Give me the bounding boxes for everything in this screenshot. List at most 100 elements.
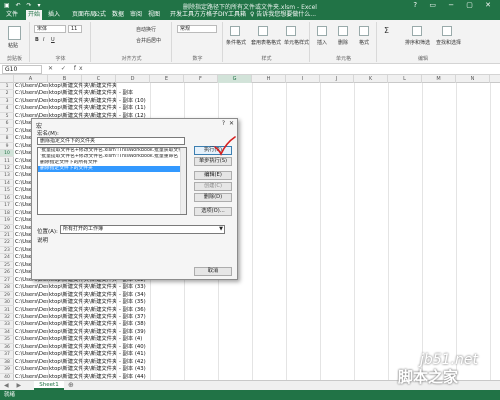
macro-name-input[interactable]: 删除指定文件下的文件夹 bbox=[37, 137, 185, 145]
row-header[interactable]: 39 bbox=[0, 366, 14, 374]
location-select[interactable]: 所有打开的工作簿 ▼ bbox=[60, 225, 225, 234]
column-header-d[interactable]: D bbox=[116, 75, 150, 83]
cell-a[interactable]: C:\Users\Desktop\新建文件夹\新建文件夹 - 副本 (43) bbox=[15, 366, 146, 373]
row-header[interactable]: 25 bbox=[0, 262, 14, 270]
column-header-l[interactable]: L bbox=[388, 75, 422, 83]
row-header[interactable]: 6 bbox=[0, 120, 14, 128]
cell-styles-button[interactable]: 单元格样式 bbox=[284, 39, 309, 46]
cell-a[interactable]: C:\Users\Desktop\新建文件夹\新建文件夹 - 副本 (33) bbox=[15, 284, 146, 291]
row-header[interactable]: 8 bbox=[0, 135, 14, 143]
tell-me-search[interactable]: ♀ 告诉我您想要做什么... bbox=[250, 10, 316, 20]
column-header-b[interactable]: B bbox=[48, 75, 82, 83]
row-header[interactable]: 32 bbox=[0, 314, 14, 322]
italic-button[interactable]: I bbox=[43, 37, 44, 43]
options-button[interactable]: 选项(O)... bbox=[194, 207, 232, 216]
row-header[interactable]: 18 bbox=[0, 210, 14, 218]
font-size-select[interactable]: 11 bbox=[68, 25, 82, 33]
help-icon[interactable]: ? bbox=[222, 120, 225, 127]
delete-button[interactable]: 删除(D) bbox=[194, 193, 232, 202]
insert-cells-icon[interactable] bbox=[317, 26, 327, 36]
cell-styles-icon[interactable] bbox=[286, 26, 296, 36]
bold-button[interactable]: B bbox=[35, 37, 39, 43]
cell-a[interactable]: C:\Users\Desktop\新建文件夹\新建文件夹 - 副本 (36) bbox=[15, 307, 146, 314]
conditional-format-icon[interactable] bbox=[230, 26, 240, 36]
row-header[interactable]: 20 bbox=[0, 225, 14, 232]
column-header-j[interactable]: J bbox=[320, 75, 354, 83]
cell-a[interactable]: C:\Users\Desktop\新建文件夹\新建文件夹 - 副本 (42) bbox=[15, 359, 146, 366]
sheet-tab-sheet1[interactable]: Sheet1 bbox=[34, 381, 64, 390]
row-header[interactable]: 15 bbox=[0, 187, 14, 195]
column-header-m[interactable]: M bbox=[422, 75, 456, 83]
row-header[interactable]: 28 bbox=[0, 284, 14, 292]
row-header[interactable]: 16 bbox=[0, 195, 14, 203]
formula-buttons[interactable]: ✕ ✓ fx bbox=[48, 65, 86, 72]
row-header[interactable]: 2 bbox=[0, 90, 14, 98]
column-header-c[interactable]: C bbox=[82, 75, 116, 83]
cell-a[interactable]: C:\Users\Desktop\新建文件夹\新建文件夹 - 副本 (35) bbox=[15, 299, 146, 306]
column-header-h[interactable]: H bbox=[252, 75, 286, 83]
row-header[interactable]: 35 bbox=[0, 336, 14, 344]
font-name-select[interactable]: 宋体 bbox=[34, 25, 66, 33]
format-cells-button[interactable]: 格式 bbox=[359, 39, 369, 46]
sheet-nav-arrows[interactable]: ◀ ▶ bbox=[4, 382, 24, 389]
autosum-icon[interactable]: Σ bbox=[384, 26, 389, 35]
cell-a[interactable]: C:\Users\Desktop\新建文件夹\新建文件夹 - 副本 (11) bbox=[15, 105, 146, 112]
row-header[interactable]: 30 bbox=[0, 299, 14, 307]
delete-cells-button[interactable]: 删除 bbox=[338, 39, 348, 46]
merge-center-button[interactable]: 合并后居中 bbox=[136, 37, 161, 44]
row-header[interactable]: 38 bbox=[0, 359, 14, 367]
cell-a[interactable]: C:\Users\Desktop\新建文件夹\新建文件夹 - 副本 (4) bbox=[15, 336, 142, 343]
column-header-n[interactable]: N bbox=[456, 75, 490, 83]
cell-a[interactable]: C:\Users\Desktop\新建文件夹\新建文件夹 - 副本 (34) bbox=[15, 292, 146, 299]
row-header[interactable]: 27 bbox=[0, 277, 14, 285]
macro-list-scrollbar[interactable] bbox=[180, 148, 186, 214]
row-header[interactable]: 5 bbox=[0, 113, 14, 121]
cancel-button[interactable]: 取消 bbox=[194, 267, 232, 276]
row-header[interactable]: 24 bbox=[0, 254, 14, 262]
paste-icon[interactable] bbox=[8, 26, 21, 40]
table-format-icon[interactable] bbox=[258, 26, 268, 36]
row-header[interactable]: 11 bbox=[0, 158, 14, 165]
row-header[interactable]: 33 bbox=[0, 321, 14, 329]
tab-4[interactable]: 公式 bbox=[92, 10, 108, 20]
add-sheet-icon[interactable]: ⊕ bbox=[68, 381, 74, 390]
sort-filter-button[interactable]: 排序和筛选 bbox=[405, 39, 430, 46]
macro-list[interactable]: '批量提取文件名+修改文件名.xlsm'!ThisWorkbook.批量获取文件… bbox=[37, 147, 187, 215]
cell-a[interactable]: C:\Users\Desktop\新建文件夹\新建文件夹 - 副本 (41) bbox=[15, 351, 146, 358]
tab-5[interactable]: 数据 bbox=[110, 10, 126, 20]
close-icon[interactable]: ✕ bbox=[229, 120, 234, 127]
row-header[interactable]: 37 bbox=[0, 351, 14, 359]
tab-7[interactable]: 视图 bbox=[146, 10, 162, 20]
column-header-f[interactable]: F bbox=[184, 75, 218, 83]
row-header[interactable]: 4 bbox=[0, 105, 14, 113]
column-header-a[interactable]: A bbox=[14, 75, 48, 83]
delete-cells-icon[interactable] bbox=[338, 26, 348, 36]
tab-10[interactable]: DIY工具箱 bbox=[216, 10, 248, 20]
create-button[interactable]: 创建(C) bbox=[194, 182, 232, 191]
sort-filter-icon[interactable] bbox=[412, 26, 422, 36]
wrap-text-button[interactable]: 自动换行 bbox=[136, 26, 156, 33]
column-header-o[interactable]: O bbox=[490, 75, 500, 83]
dropdown-arrow-icon[interactable]: ▼ bbox=[219, 226, 223, 233]
row-header[interactable]: 19 bbox=[0, 217, 14, 225]
row-header[interactable]: 10 bbox=[0, 150, 14, 158]
row-header[interactable]: 13 bbox=[0, 172, 14, 180]
window-controls[interactable]: ? ▭ − ▢ ✕ bbox=[413, 1, 496, 9]
format-cells-icon[interactable] bbox=[359, 26, 369, 36]
row-header[interactable]: 17 bbox=[0, 202, 14, 210]
tab-0[interactable]: 文件 bbox=[4, 10, 20, 20]
select-all-corner[interactable] bbox=[0, 75, 14, 83]
cell-a[interactable]: C:\Users\Desktop\新建文件夹\新建文件夹 - 副本 (38) bbox=[15, 321, 146, 328]
column-header-g[interactable]: G bbox=[218, 75, 252, 83]
row-header[interactable]: 1 bbox=[0, 83, 14, 91]
table-format-button[interactable]: 套用表格格式 bbox=[251, 39, 281, 46]
insert-cells-button[interactable]: 插入 bbox=[317, 39, 327, 46]
find-select-icon[interactable] bbox=[442, 26, 452, 36]
step-into-button[interactable]: 单步执行(S) bbox=[194, 157, 232, 166]
row-header[interactable]: 34 bbox=[0, 329, 14, 337]
tab-2[interactable]: 插入 bbox=[46, 10, 62, 20]
row-header[interactable]: 22 bbox=[0, 239, 14, 247]
tab-6[interactable]: 审阅 bbox=[128, 10, 144, 20]
row-header[interactable]: 14 bbox=[0, 180, 14, 188]
row-header[interactable]: 7 bbox=[0, 128, 14, 136]
